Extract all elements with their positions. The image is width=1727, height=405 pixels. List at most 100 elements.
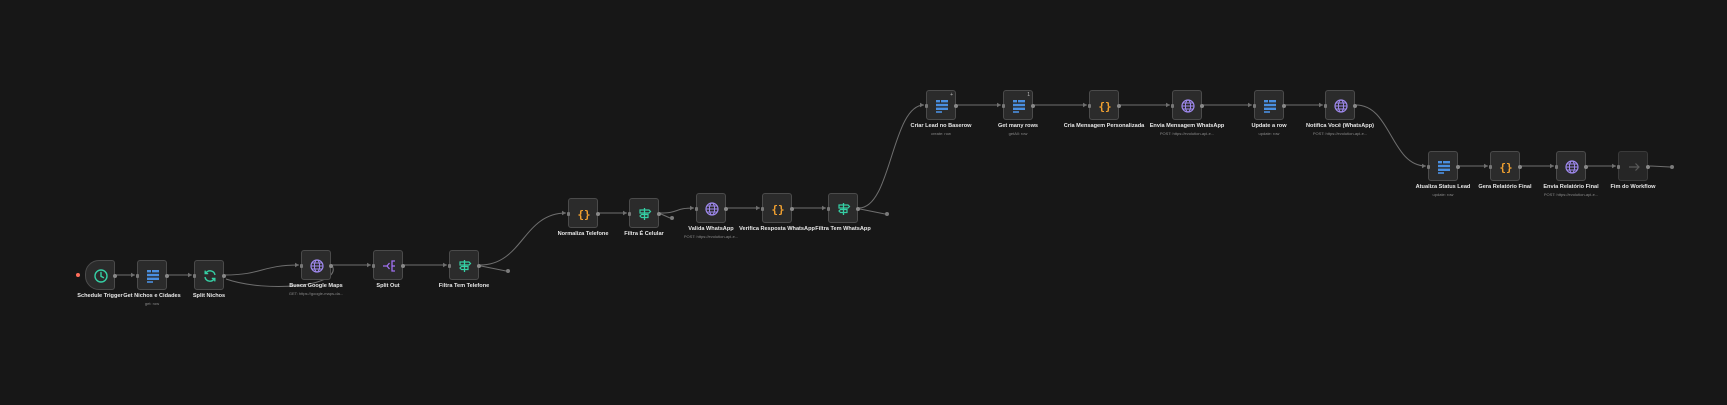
workflow-node-normaliza-telefone[interactable]: {} Normaliza Telefone [558, 198, 608, 237]
input-port[interactable] [1617, 165, 1620, 169]
workflow-canvas[interactable]: Schedule Trigger Get Nichos e Cidades get:… [0, 0, 1727, 405]
connection-arrow [756, 205, 760, 211]
input-port[interactable] [925, 104, 928, 108]
input-port[interactable] [1555, 165, 1558, 169]
connection-arrow [1083, 102, 1087, 108]
workflow-node-update-a-row[interactable]: Update a row update: row [1251, 90, 1287, 136]
unconnected-output[interactable] [480, 265, 507, 272]
input-port[interactable] [761, 207, 764, 211]
input-port[interactable] [567, 212, 570, 216]
workflow-node-verifica-resposta-whatsapp[interactable]: {} Verifica Resposta WhatsApp [739, 193, 815, 232]
input-port[interactable] [1489, 165, 1492, 169]
connection-line[interactable] [224, 264, 300, 276]
connection-arrow [1550, 163, 1554, 169]
arrow-right-icon [1626, 159, 1642, 175]
code-icon: {} [1097, 98, 1113, 114]
svg-text:{}: {} [1499, 161, 1512, 174]
output-port[interactable] [1282, 104, 1286, 108]
workflow-node-envia-relat-rio-final[interactable]: Envia Relatório Final POST: https://evolu… [1543, 151, 1599, 197]
output-port[interactable] [1117, 104, 1121, 108]
input-port[interactable] [372, 264, 375, 268]
globe-icon [1180, 98, 1196, 114]
connection-arrow [367, 262, 371, 268]
input-port[interactable] [300, 264, 303, 268]
input-port[interactable] [827, 207, 830, 211]
connection-line[interactable] [659, 207, 695, 214]
workflow-node-gera-relat-rio-final[interactable]: {} Gera Relatório Final [1478, 151, 1532, 190]
workflow-node-get-many-rows[interactable]: 1 Get many rows getAll: row [998, 90, 1038, 136]
workflow-node-atualiza-status-lead[interactable]: Atualiza Status Lead update: row [1416, 151, 1470, 197]
workflow-node-filtra-tem-whatsapp[interactable]: Filtra Tem WhatsApp [815, 193, 871, 232]
input-port[interactable] [136, 274, 139, 278]
connection-line[interactable] [1355, 104, 1427, 167]
output-port[interactable] [1200, 104, 1204, 108]
node-title: Filtra Tem WhatsApp [815, 226, 871, 232]
globe-icon [1333, 98, 1349, 114]
output-port[interactable] [856, 207, 860, 211]
output-port[interactable] [1518, 165, 1522, 169]
workflow-node-split-out[interactable]: Split Out [372, 250, 405, 289]
workflow-node-get-nichos-e-cidades[interactable]: Get Nichos e Cidades get: row [123, 260, 181, 306]
output-port[interactable] [724, 207, 728, 211]
input-port[interactable] [695, 207, 698, 211]
input-port[interactable] [1171, 104, 1174, 108]
workflow-node-cria-mensagem-personalizada[interactable]: {} Cria Mensagem Personalizada [1064, 90, 1144, 129]
output-port[interactable] [165, 274, 169, 278]
output-end-point[interactable] [1670, 165, 1674, 169]
node-label: Notifica Você (WhatsApp) POST: https://ev… [1285, 123, 1395, 136]
connection-arrow [443, 262, 447, 268]
input-port[interactable] [1088, 104, 1091, 108]
connection-line[interactable] [479, 212, 567, 266]
input-port[interactable] [1002, 104, 1005, 108]
connection-arrow [1422, 163, 1426, 169]
node-title: Fim do Workflow [1610, 184, 1656, 190]
unconnected-output[interactable] [660, 213, 671, 219]
connection-arrow [1319, 102, 1323, 108]
output-end-point[interactable] [670, 216, 674, 220]
output-port[interactable] [954, 104, 958, 108]
connection-line[interactable] [858, 104, 925, 209]
input-port[interactable] [448, 264, 451, 268]
output-port[interactable] [1646, 165, 1650, 169]
unconnected-output[interactable] [859, 208, 886, 215]
output-port[interactable] [1584, 165, 1588, 169]
code-icon: {} [576, 206, 592, 222]
output-port[interactable] [222, 274, 226, 278]
node-title: Notifica Você (WhatsApp) [1306, 123, 1374, 129]
connection-arrow [1612, 163, 1616, 169]
code-icon: {} [1498, 159, 1514, 175]
output-port[interactable] [1031, 104, 1035, 108]
output-port[interactable] [596, 212, 600, 216]
input-port[interactable] [193, 274, 196, 278]
output-port[interactable] [790, 207, 794, 211]
workflow-node-split-nichos[interactable]: Split Nichos [193, 260, 226, 299]
workflow-node-criar-lead-no-baserow[interactable]: + Criar Lead no Baserow create: row [911, 90, 971, 136]
connection-arrow [188, 272, 192, 278]
workflow-node-notifica-voc-whatsapp[interactable]: Notifica Você (WhatsApp) POST: https://ev… [1306, 90, 1374, 136]
input-port[interactable] [628, 212, 631, 216]
node-subtitle: update: row [1432, 191, 1454, 197]
workflow-node-envia-mensagem-whatsapp[interactable]: Envia Mensagem WhatsApp POST: https://evo… [1150, 90, 1224, 136]
output-port[interactable] [1456, 165, 1460, 169]
output-port[interactable] [657, 212, 661, 216]
input-port[interactable] [1427, 165, 1430, 169]
workflow-node-busca-google-maps[interactable]: Busca Google Maps GET: https://google-map… [289, 250, 343, 296]
output-port[interactable] [329, 264, 333, 268]
workflow-node-fim-do-workflow[interactable]: Fim do Workflow [1611, 151, 1655, 190]
workflow-node-valida-whatsapp[interactable]: Valida WhatsApp POST: https://evolution-a… [684, 193, 738, 239]
split-out-icon [381, 258, 397, 274]
output-end-point[interactable] [506, 269, 510, 273]
node-subtitle: getAll: row [1008, 130, 1028, 136]
output-port[interactable] [113, 274, 117, 278]
connection-arrow [690, 205, 694, 211]
output-port[interactable] [401, 264, 405, 268]
workflow-node-filtra-tem-telefone[interactable]: Filtra Tem Telefone [439, 250, 489, 289]
unconnected-output[interactable] [1649, 165, 1671, 168]
input-port[interactable] [1253, 104, 1256, 108]
output-port[interactable] [1353, 104, 1357, 108]
workflow-node-filtra-celular[interactable]: Filtra É Celular [624, 198, 664, 237]
input-port[interactable] [1324, 104, 1327, 108]
output-port[interactable] [477, 264, 481, 268]
output-end-point[interactable] [885, 212, 889, 216]
workflow-node-schedule-trigger[interactable]: Schedule Trigger [77, 260, 123, 299]
